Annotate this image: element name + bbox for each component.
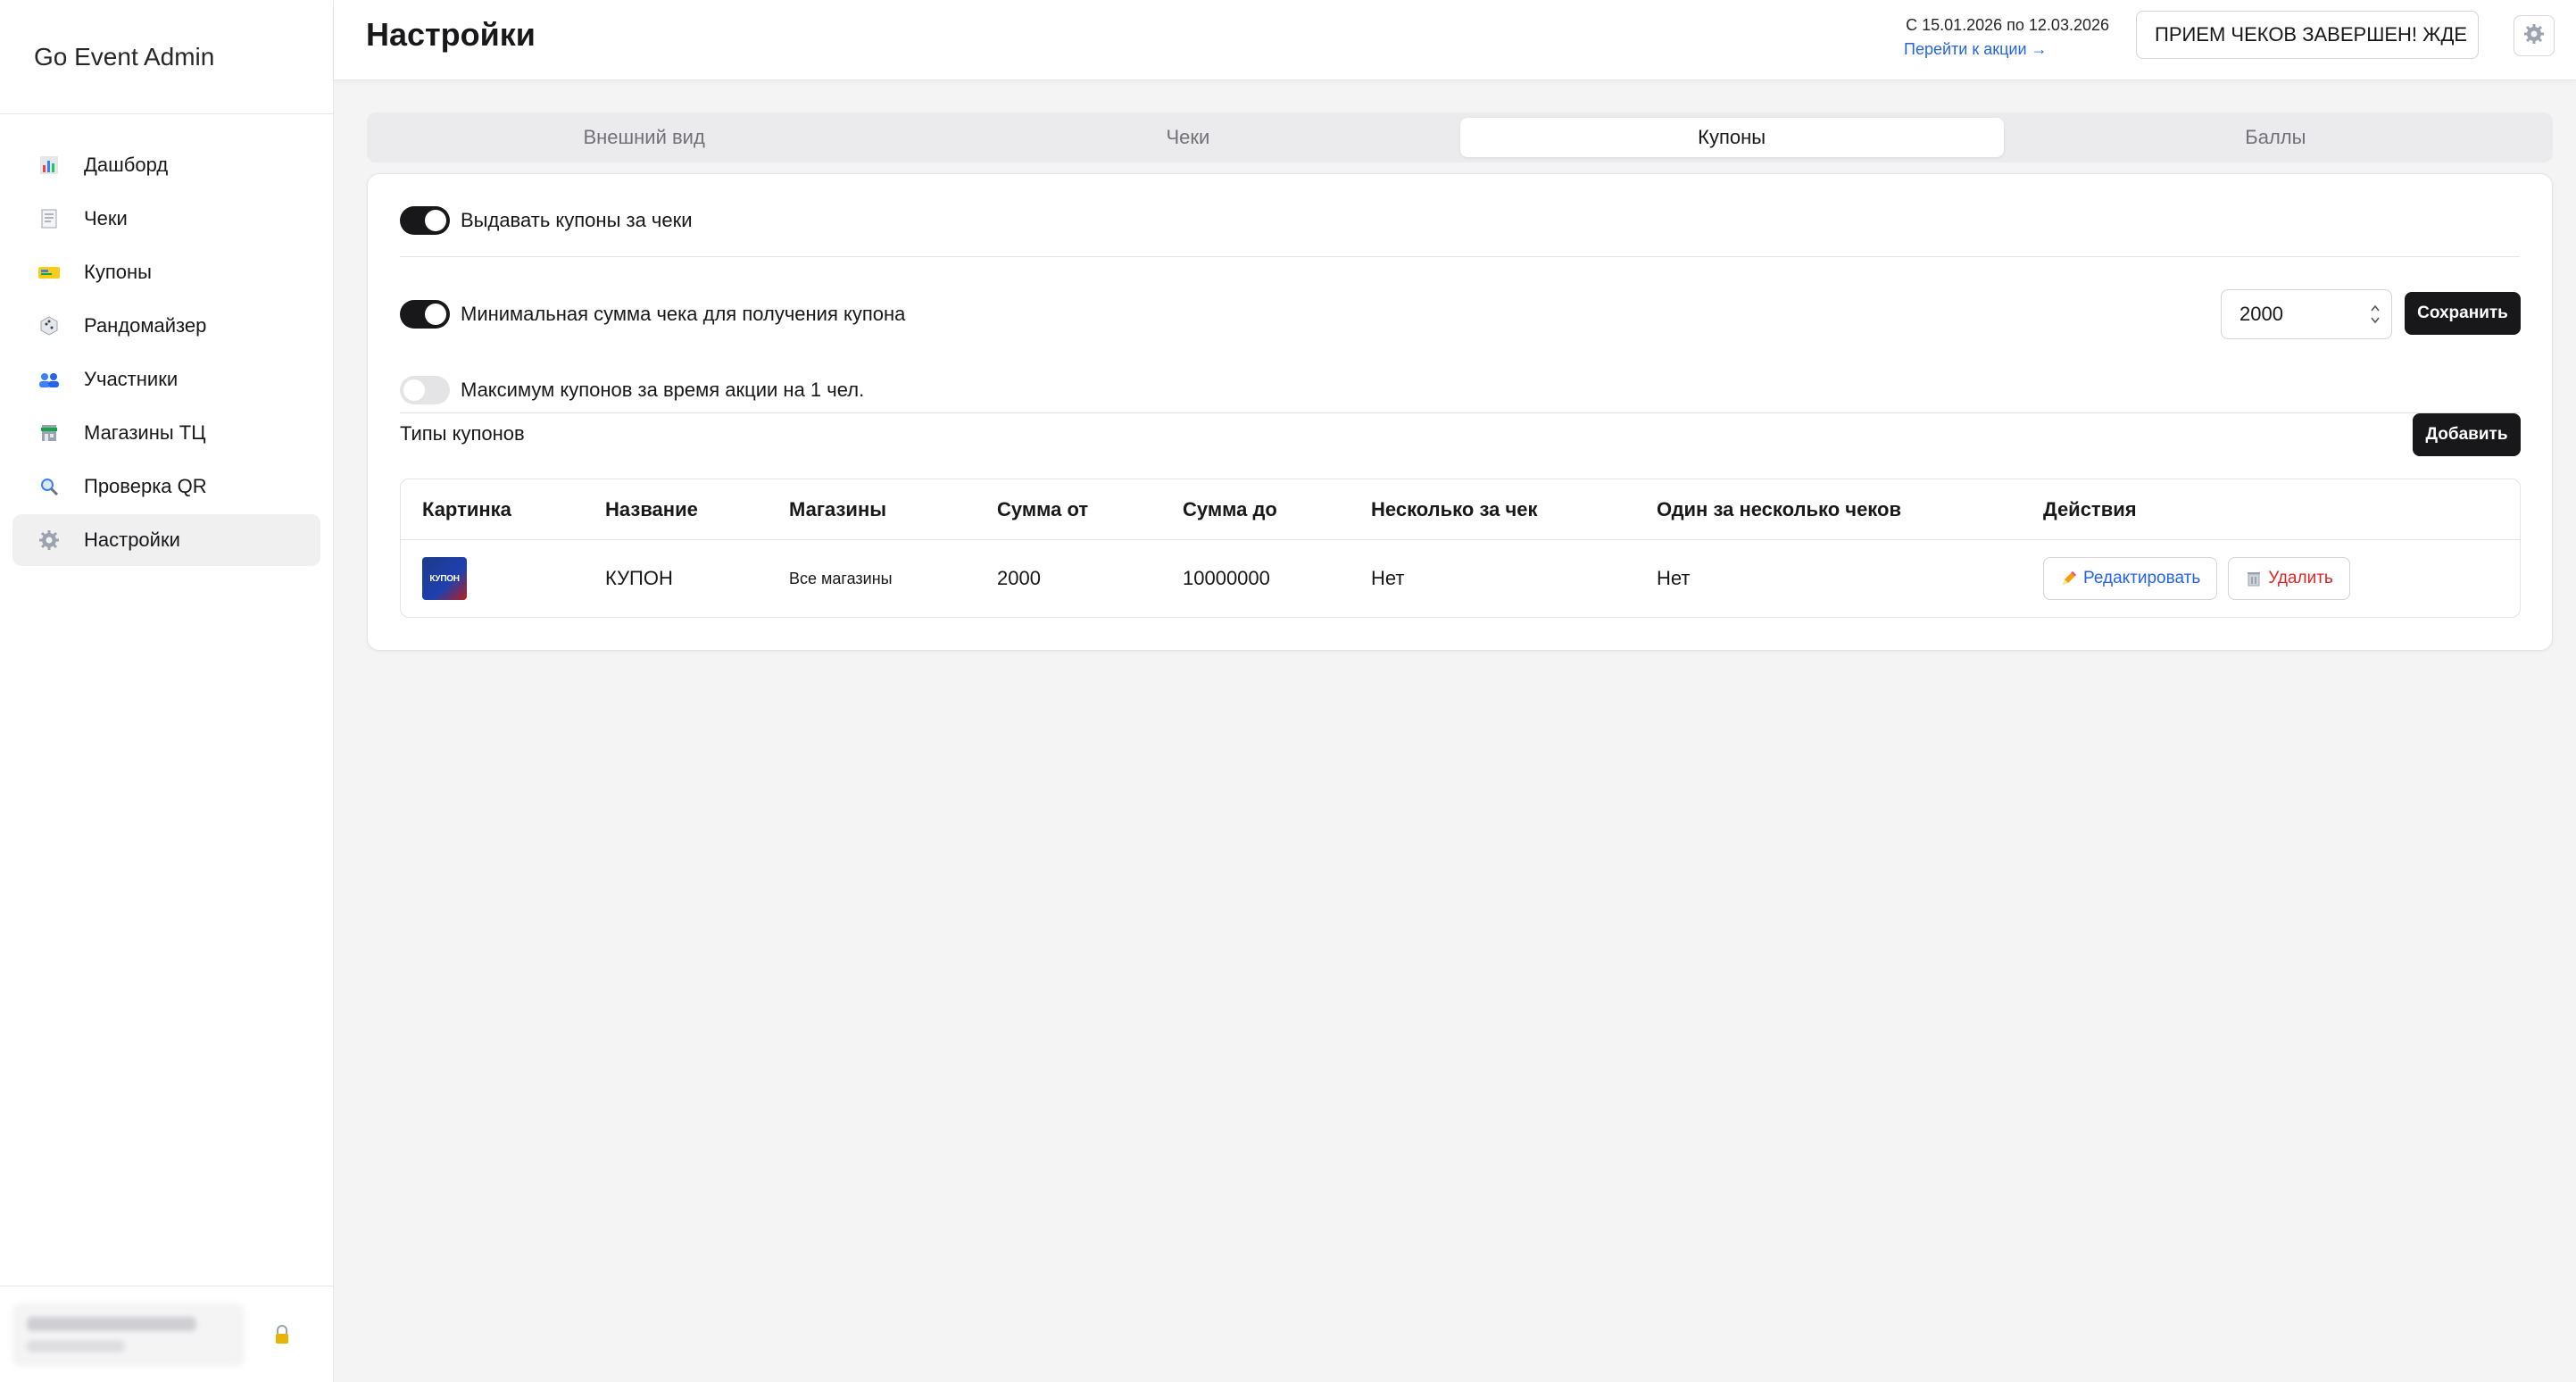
column-header: Картинка [422, 497, 511, 520]
dice-icon [36, 312, 62, 339]
sidebar: Go Event Admin Дашборд Чеки Купоны Рандо… [0, 0, 334, 1382]
max-coupons-row: Максимум купонов за время акции на 1 чел… [400, 376, 864, 404]
coupon-types-title: Типы купонов [400, 422, 525, 445]
tab-receipts[interactable]: Чеки [916, 118, 1459, 157]
sidebar-item-label: Магазины ТЦ [84, 421, 206, 444]
column-header: Магазины [789, 497, 887, 520]
edit-button[interactable]: Редактировать [2043, 557, 2218, 600]
gear-icon [36, 527, 62, 554]
sidebar-item-label: Настройки [84, 529, 180, 551]
gear-icon [2523, 23, 2545, 49]
sidebar-item-randomizer[interactable]: Рандомайзер [12, 300, 320, 352]
store-icon [36, 420, 62, 446]
sidebar-item-label: Проверка QR [84, 475, 207, 497]
sidebar-item-receipts[interactable]: Чеки [12, 193, 320, 245]
table-row: КУПОН КУПОН Все магазины 2000 10000000 Н… [401, 540, 2520, 617]
issue-coupons-label: Выдавать купоны за чеки [461, 209, 693, 231]
coupons-settings-card: Выдавать купоны за чеки Минимальная сумм… [367, 173, 2553, 651]
column-header: Несколько за чек [1371, 497, 1538, 520]
min-sum-input[interactable]: 2000 [2221, 289, 2392, 339]
column-header: Сумма до [1183, 497, 1277, 520]
sidebar-item-settings[interactable]: Настройки [12, 514, 320, 566]
coupon-stores: Все магазины [789, 569, 893, 587]
sidebar-item-label: Чеки [84, 207, 128, 229]
table-header: Картинка Название Магазины Сумма от Сумм… [401, 479, 2520, 540]
save-button[interactable]: Сохранить [2405, 292, 2521, 335]
delete-button[interactable]: Удалить [2228, 557, 2350, 600]
sidebar-item-label: Дашборд [84, 154, 169, 176]
issue-coupons-toggle[interactable] [400, 206, 450, 235]
sidebar-footer [0, 1286, 333, 1382]
delete-label: Удалить [2268, 569, 2333, 587]
min-sum-label: Минимальная сумма чека для получения куп… [461, 303, 906, 325]
sidebar-item-label: Купоны [84, 261, 152, 283]
row-actions: Редактировать Удалить [2043, 540, 2361, 617]
sidebar-item-qr-check[interactable]: Проверка QR [12, 461, 320, 512]
min-sum-toggle[interactable] [400, 300, 450, 329]
column-header: Действия [2043, 497, 2137, 520]
max-coupons-toggle[interactable] [400, 376, 450, 404]
promo-dates: С 15.01.2026 по 12.03.2026 [1906, 16, 2109, 34]
trash-icon [2245, 570, 2263, 587]
status-message-field[interactable]: ПРИЕМ ЧЕКОВ ЗАВЕРШЕН! ЖДЕ [2136, 11, 2479, 59]
coupon-name: КУПОН [605, 567, 673, 589]
stepper-icon[interactable] [2370, 303, 2381, 326]
coupon-one-per-many: Нет [1657, 567, 1691, 589]
divider [400, 256, 2520, 257]
sidebar-item-dashboard[interactable]: Дашборд [12, 139, 320, 191]
min-sum-value: 2000 [2239, 303, 2283, 325]
magnifier-icon [36, 473, 62, 500]
sidebar-nav: Дашборд Чеки Купоны Рандомайзер Участник… [0, 114, 333, 566]
coupon-types-table: Картинка Название Магазины Сумма от Сумм… [400, 479, 2521, 618]
users-icon [36, 366, 62, 393]
coupon-thumbnail: КУПОН [422, 557, 467, 600]
go-to-promo-link[interactable]: Перейти к акции → [1895, 40, 2109, 59]
coupon-sum-to: 10000000 [1183, 567, 1270, 589]
tab-coupons[interactable]: Купоны [1459, 118, 2004, 157]
issue-coupons-row: Выдавать купоны за чеки [400, 206, 693, 235]
sidebar-item-stores[interactable]: Магазины ТЦ [12, 407, 320, 459]
divider [400, 412, 2520, 413]
pencil-icon [2060, 570, 2078, 587]
column-header: Один за несколько чеков [1657, 497, 1901, 520]
coupon-image-cell: КУПОН [422, 540, 467, 617]
receipt-icon [36, 205, 62, 232]
bar-chart-icon [36, 152, 62, 179]
min-sum-row: Минимальная сумма чека для получения куп… [400, 300, 905, 329]
lock-icon[interactable] [271, 1324, 293, 1345]
sidebar-item-label: Участники [84, 368, 179, 390]
add-coupon-type-button[interactable]: Добавить [2413, 413, 2521, 456]
column-header: Сумма от [997, 497, 1089, 520]
page-title: Настройки [366, 16, 536, 53]
promo-period: С 15.01.2026 по 12.03.2026 Перейти к акц… [1895, 16, 2109, 59]
coupon-multiple-per-receipt: Нет [1371, 567, 1405, 589]
user-info [12, 1302, 245, 1367]
coupon-sum-from: 2000 [997, 567, 1041, 589]
edit-label: Редактировать [2083, 569, 2201, 587]
column-header: Название [605, 497, 698, 520]
top-header: Настройки С 15.01.2026 по 12.03.2026 Пер… [334, 0, 2576, 80]
settings-tabs: Внешний вид Чеки Купоны Баллы [367, 112, 2553, 162]
app-brand: Go Event Admin [0, 0, 333, 114]
ticket-icon [36, 259, 62, 286]
max-coupons-label: Максимум купонов за время акции на 1 чел… [461, 379, 865, 401]
sidebar-item-label: Рандомайзер [84, 314, 207, 337]
tab-appearance[interactable]: Внешний вид [372, 118, 916, 157]
sidebar-item-coupons[interactable]: Купоны [12, 246, 320, 298]
sidebar-item-participants[interactable]: Участники [12, 354, 320, 405]
settings-button[interactable] [2514, 15, 2555, 56]
tab-points[interactable]: Баллы [2004, 118, 2547, 157]
